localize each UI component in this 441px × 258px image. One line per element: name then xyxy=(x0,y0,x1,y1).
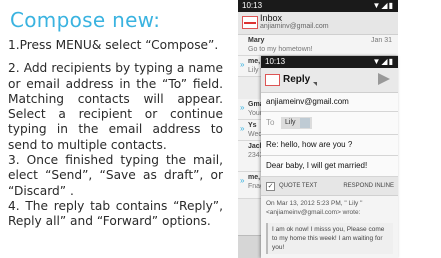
dropdown-caret-icon[interactable] xyxy=(313,82,317,86)
reply-label[interactable]: Reply xyxy=(283,74,310,85)
recipient-name: Lily xyxy=(285,119,296,126)
mail-snippet: Go to my hometown! xyxy=(248,46,313,53)
chevron-icon: » xyxy=(240,60,245,69)
step-2: 2. Add recipients by typing a name or em… xyxy=(8,61,223,152)
inbox-header: Inbox anjiaminv@gmail.com xyxy=(238,12,398,35)
quote-text-checkbox[interactable]: ✓ xyxy=(266,182,275,191)
inbox-account: anjiaminv@gmail.com xyxy=(260,23,329,30)
mail-from: Mary xyxy=(248,37,265,44)
heading: Compose new: xyxy=(10,8,161,32)
inbox-title: Inbox xyxy=(260,13,283,23)
recipient-chip[interactable]: Lily xyxy=(281,117,312,129)
quote-header: On Mar 13, 2012 5:23 PM, " Lily " <anjia… xyxy=(266,200,363,216)
chevron-icon: » xyxy=(240,124,245,133)
to-field[interactable]: To Lily xyxy=(261,112,398,135)
step-1: 1.Press MENU& select “Compose”. xyxy=(8,38,219,52)
instruction-steps: 1.Press MENU& select “Compose”. 2. Add r… xyxy=(8,38,223,230)
step-4: 4. The reply tab contains “Reply”, Reply… xyxy=(8,198,223,229)
reply-screenshot: 10:13 ▼◢▮ Reply anjiameinv@gmail.com To … xyxy=(261,56,398,258)
status-icons: ▼◢▮ xyxy=(372,1,394,10)
mail-date: Jan 31 xyxy=(370,37,392,44)
message-body[interactable]: Dear baby, I will get married! xyxy=(261,156,398,177)
status-time: 10:13 xyxy=(265,57,286,66)
step-3: 3. Once finished typing the mail, elect … xyxy=(8,153,223,198)
gmail-icon xyxy=(265,74,280,86)
mail-from: Ys xyxy=(248,122,257,129)
chevron-icon: » xyxy=(240,103,245,112)
gmail-icon xyxy=(242,16,258,29)
quote-bar: ✓ QUOTE TEXT RESPOND INLINE xyxy=(261,177,398,196)
respond-inline-button[interactable]: RESPOND INLINE xyxy=(343,183,394,189)
status-icons: ▼◢▮ xyxy=(372,57,394,66)
status-time: 10:13 xyxy=(242,1,263,10)
reply-header: Reply xyxy=(261,68,398,93)
contact-avatar-icon xyxy=(299,118,310,128)
quote-text-label: QUOTE TEXT xyxy=(279,183,318,189)
chevron-icon: » xyxy=(240,176,245,185)
to-label: To xyxy=(266,118,275,127)
status-bar: 10:13 ▼◢▮ xyxy=(238,0,398,12)
quote-body: I am ok now! I misss you, Please come to… xyxy=(266,223,393,254)
send-icon[interactable] xyxy=(378,73,390,85)
status-bar: 10:13 ▼◢▮ xyxy=(261,56,398,68)
from-field: anjiameinv@gmail.com xyxy=(261,93,398,112)
subject-field[interactable]: Re: hello, how are you ? xyxy=(261,135,398,156)
mail-row[interactable]: Mary Go to my hometown! Jan 31 xyxy=(238,35,398,56)
